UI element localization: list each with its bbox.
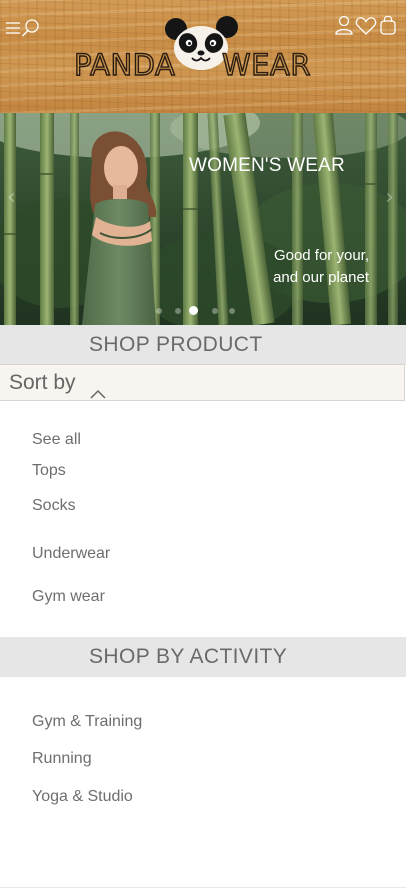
hero-subtitle-line2: and our planet xyxy=(273,269,369,286)
shopping-bag-icon[interactable] xyxy=(379,14,397,36)
activity-link-gym-training[interactable]: Gym & Training xyxy=(32,713,142,731)
product-link-tops[interactable]: Tops xyxy=(32,462,66,480)
heart-icon[interactable] xyxy=(355,16,377,36)
carousel-dots xyxy=(0,306,406,316)
chevron-up-icon xyxy=(90,376,106,411)
shop-product-header: SHOP PRODUCT xyxy=(0,325,406,365)
user-icon[interactable] xyxy=(334,15,354,35)
sort-by-toggle[interactable]: Sort by xyxy=(0,364,405,401)
carousel-dot[interactable] xyxy=(229,308,235,314)
product-link-see-all[interactable]: See all xyxy=(32,431,81,449)
hero-title: WOMEN'S WEAR xyxy=(189,155,345,176)
hero-image xyxy=(0,113,406,325)
carousel-dot[interactable] xyxy=(156,308,162,314)
hero-banner[interactable]: ‹ › xyxy=(0,113,406,325)
shop-activity-title: SHOP BY ACTIVITY xyxy=(89,645,288,668)
brand-name-right[interactable]: WEAR xyxy=(221,47,311,82)
divider xyxy=(0,887,406,888)
hero-subtitle-line1: Good for your, xyxy=(273,247,369,264)
shop-activity-header: SHOP BY ACTIVITY xyxy=(0,637,406,677)
sort-by-label: Sort by xyxy=(9,371,76,394)
activity-link-yoga-studio[interactable]: Yoga & Studio xyxy=(32,788,133,806)
product-link-underwear[interactable]: Underwear xyxy=(32,545,110,563)
product-link-socks[interactable]: Socks xyxy=(32,497,76,515)
shop-product-title: SHOP PRODUCT xyxy=(89,333,263,356)
carousel-next-button[interactable]: › xyxy=(385,185,394,210)
site-header: PANDA WEAR xyxy=(0,0,406,113)
brand-name-left[interactable]: PANDA xyxy=(73,47,175,82)
carousel-prev-button[interactable]: ‹ xyxy=(7,185,16,210)
search-icon[interactable] xyxy=(21,18,41,38)
product-link-gym-wear[interactable]: Gym wear xyxy=(32,588,105,606)
menu-icon[interactable] xyxy=(6,20,22,36)
carousel-dot[interactable] xyxy=(175,308,181,314)
carousel-dot-active[interactable] xyxy=(189,306,198,315)
activity-link-running[interactable]: Running xyxy=(32,750,92,768)
carousel-dot[interactable] xyxy=(212,308,218,314)
hero-subtitle: Good for your, and our planet xyxy=(273,245,369,289)
